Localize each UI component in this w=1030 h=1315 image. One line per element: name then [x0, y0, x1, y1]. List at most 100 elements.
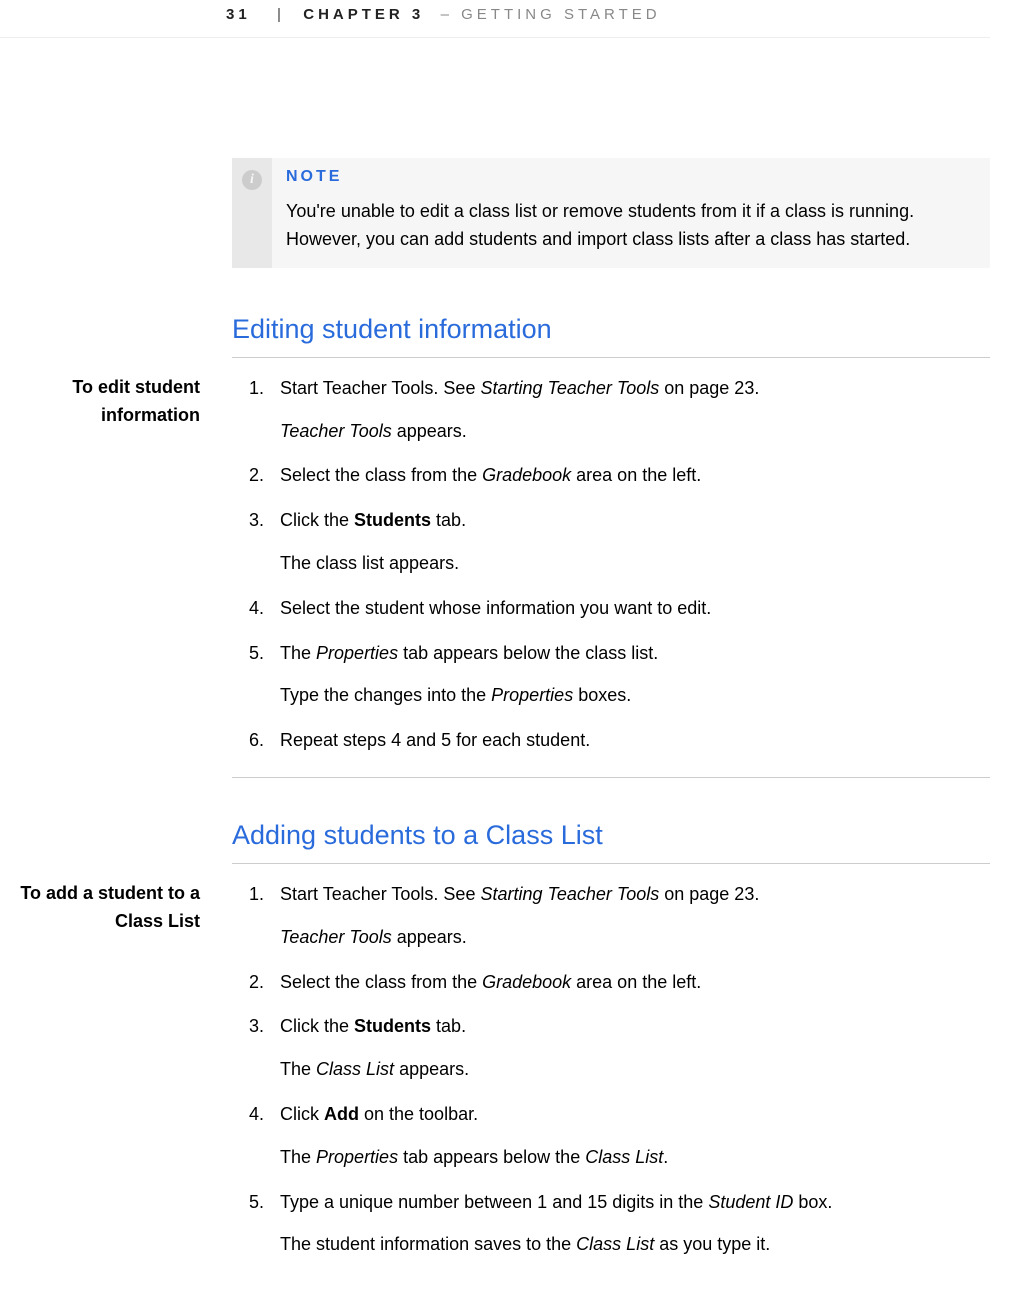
- step-number: 2.: [232, 461, 280, 498]
- text-run: on page 23.: [659, 378, 759, 398]
- step-result: Teacher Tools appears.: [280, 417, 990, 446]
- step-number: 4.: [232, 1100, 280, 1180]
- text-run: Properties: [316, 643, 398, 663]
- step-item: 2.Select the class from the Gradebook ar…: [232, 461, 990, 498]
- note-text: You're unable to edit a class list or re…: [286, 198, 976, 254]
- text-run: Type a unique number between 1 and 15 di…: [280, 1192, 708, 1212]
- text-run: Click the: [280, 510, 354, 530]
- text-run: Start Teacher Tools. See: [280, 884, 480, 904]
- section-end-rule: [232, 777, 990, 778]
- step-body: Start Teacher Tools. See Starting Teache…: [280, 880, 990, 960]
- text-run: tab.: [431, 1016, 466, 1036]
- text-run: Students: [354, 510, 431, 530]
- step-text: Start Teacher Tools. See Starting Teache…: [280, 374, 990, 403]
- text-run: Add: [324, 1104, 359, 1124]
- text-run: tab.: [431, 510, 466, 530]
- running-header: 31 | CHAPTER 3 – GETTING STARTED: [0, 0, 990, 38]
- step-result: The student information saves to the Cla…: [280, 1230, 990, 1259]
- step-body: Select the class from the Gradebook area…: [280, 968, 990, 1005]
- step-item: 6.Repeat steps 4 and 5 for each student.: [232, 726, 990, 763]
- step-item: 1.Start Teacher Tools. See Starting Teac…: [232, 880, 990, 960]
- text-run: Starting Teacher Tools: [480, 378, 659, 398]
- text-run: Class List: [576, 1234, 654, 1254]
- steps-edit-student: 1.Start Teacher Tools. See Starting Teac…: [232, 374, 990, 763]
- step-number: 4.: [232, 594, 280, 631]
- step-result: The Class List appears.: [280, 1055, 990, 1084]
- text-run: tab appears below the class list.: [398, 643, 658, 663]
- note-box: i NOTE You're unable to edit a class lis…: [232, 158, 990, 268]
- step-item: 5.The Properties tab appears below the c…: [232, 639, 990, 719]
- text-run: The: [280, 1147, 316, 1167]
- text-run: area on the left.: [571, 465, 701, 485]
- step-body: The Properties tab appears below the cla…: [280, 639, 990, 719]
- step-result: Teacher Tools appears.: [280, 923, 990, 952]
- header-separator: |: [277, 6, 285, 23]
- step-body: Select the class from the Gradebook area…: [280, 461, 990, 498]
- step-body: Select the student whose information you…: [280, 594, 990, 631]
- step-item: 3.Click the Students tab. The Class List …: [232, 1012, 990, 1092]
- step-text: Repeat steps 4 and 5 for each student.: [280, 726, 990, 755]
- text-run: Class List: [316, 1059, 394, 1079]
- step-text: Click the Students tab.: [280, 1012, 990, 1041]
- chapter-label: CHAPTER 3: [303, 6, 424, 23]
- text-run: as you type it.: [654, 1234, 770, 1254]
- text-run: area on the left.: [571, 972, 701, 992]
- step-number: 3.: [232, 506, 280, 586]
- step-number: 5.: [232, 639, 280, 719]
- text-run: Properties: [316, 1147, 398, 1167]
- step-text: Click Add on the toolbar.: [280, 1100, 990, 1129]
- step-item: 5.Type a unique number between 1 and 15 …: [232, 1188, 990, 1268]
- page-number: 31: [226, 6, 251, 23]
- step-item: 4.Select the student whose information y…: [232, 594, 990, 631]
- step-body: Click Add on the toolbar. The Properties …: [280, 1100, 990, 1180]
- step-item: 3.Click the Students tab. The class list …: [232, 506, 990, 586]
- step-text: Select the class from the Gradebook area…: [280, 461, 990, 490]
- text-run: on the toolbar.: [359, 1104, 478, 1124]
- text-run: Gradebook: [482, 972, 571, 992]
- text-run: Click: [280, 1104, 324, 1124]
- margin-label-add-student: To add a student to a Class List: [0, 880, 200, 936]
- text-run: Teacher Tools: [280, 421, 392, 441]
- text-run: tab appears below the: [398, 1147, 585, 1167]
- text-run: The: [280, 1059, 316, 1079]
- text-run: appears.: [392, 927, 467, 947]
- text-run: appears.: [394, 1059, 469, 1079]
- step-text: Select the student whose information you…: [280, 594, 990, 623]
- header-dash: –: [441, 6, 453, 23]
- step-body: Click the Students tab. The class list ap…: [280, 506, 990, 586]
- step-number: 1.: [232, 880, 280, 960]
- section-rule: [232, 863, 990, 864]
- text-run: Gradebook: [482, 465, 571, 485]
- step-body: Start Teacher Tools. See Starting Teache…: [280, 374, 990, 454]
- steps-add-student: 1.Start Teacher Tools. See Starting Teac…: [232, 880, 990, 1267]
- text-run: appears.: [392, 421, 467, 441]
- step-text: Click the Students tab.: [280, 506, 990, 535]
- text-run: Type the changes into the: [280, 685, 491, 705]
- section-rule: [232, 357, 990, 358]
- step-number: 3.: [232, 1012, 280, 1092]
- info-icon: i: [242, 170, 262, 190]
- step-body: Type a unique number between 1 and 15 di…: [280, 1188, 990, 1268]
- section-heading-adding: Adding students to a Class List: [232, 820, 990, 851]
- text-run: Class List: [585, 1147, 663, 1167]
- step-result: Type the changes into the Properties box…: [280, 681, 990, 710]
- step-result: The Properties tab appears below the Cla…: [280, 1143, 990, 1172]
- text-run: Select the class from the: [280, 465, 482, 485]
- text-run: Students: [354, 1016, 431, 1036]
- text-run: Teacher Tools: [280, 927, 392, 947]
- text-run: The class list appears.: [280, 553, 459, 573]
- margin-label-edit-student: To edit student information: [0, 374, 200, 430]
- step-text: Start Teacher Tools. See Starting Teache…: [280, 880, 990, 909]
- text-run: Select the student whose information you…: [280, 598, 711, 618]
- step-result: The class list appears.: [280, 549, 990, 578]
- text-run: on page 23.: [659, 884, 759, 904]
- step-text: Type a unique number between 1 and 15 di…: [280, 1188, 990, 1217]
- text-run: .: [663, 1147, 668, 1167]
- text-run: The student information saves to the: [280, 1234, 576, 1254]
- step-body: Repeat steps 4 and 5 for each student.: [280, 726, 990, 763]
- step-item: 1.Start Teacher Tools. See Starting Teac…: [232, 374, 990, 454]
- step-item: 4.Click Add on the toolbar. The Propertie…: [232, 1100, 990, 1180]
- section-heading-editing: Editing student information: [232, 314, 990, 345]
- step-text: The Properties tab appears below the cla…: [280, 639, 990, 668]
- text-run: The: [280, 643, 316, 663]
